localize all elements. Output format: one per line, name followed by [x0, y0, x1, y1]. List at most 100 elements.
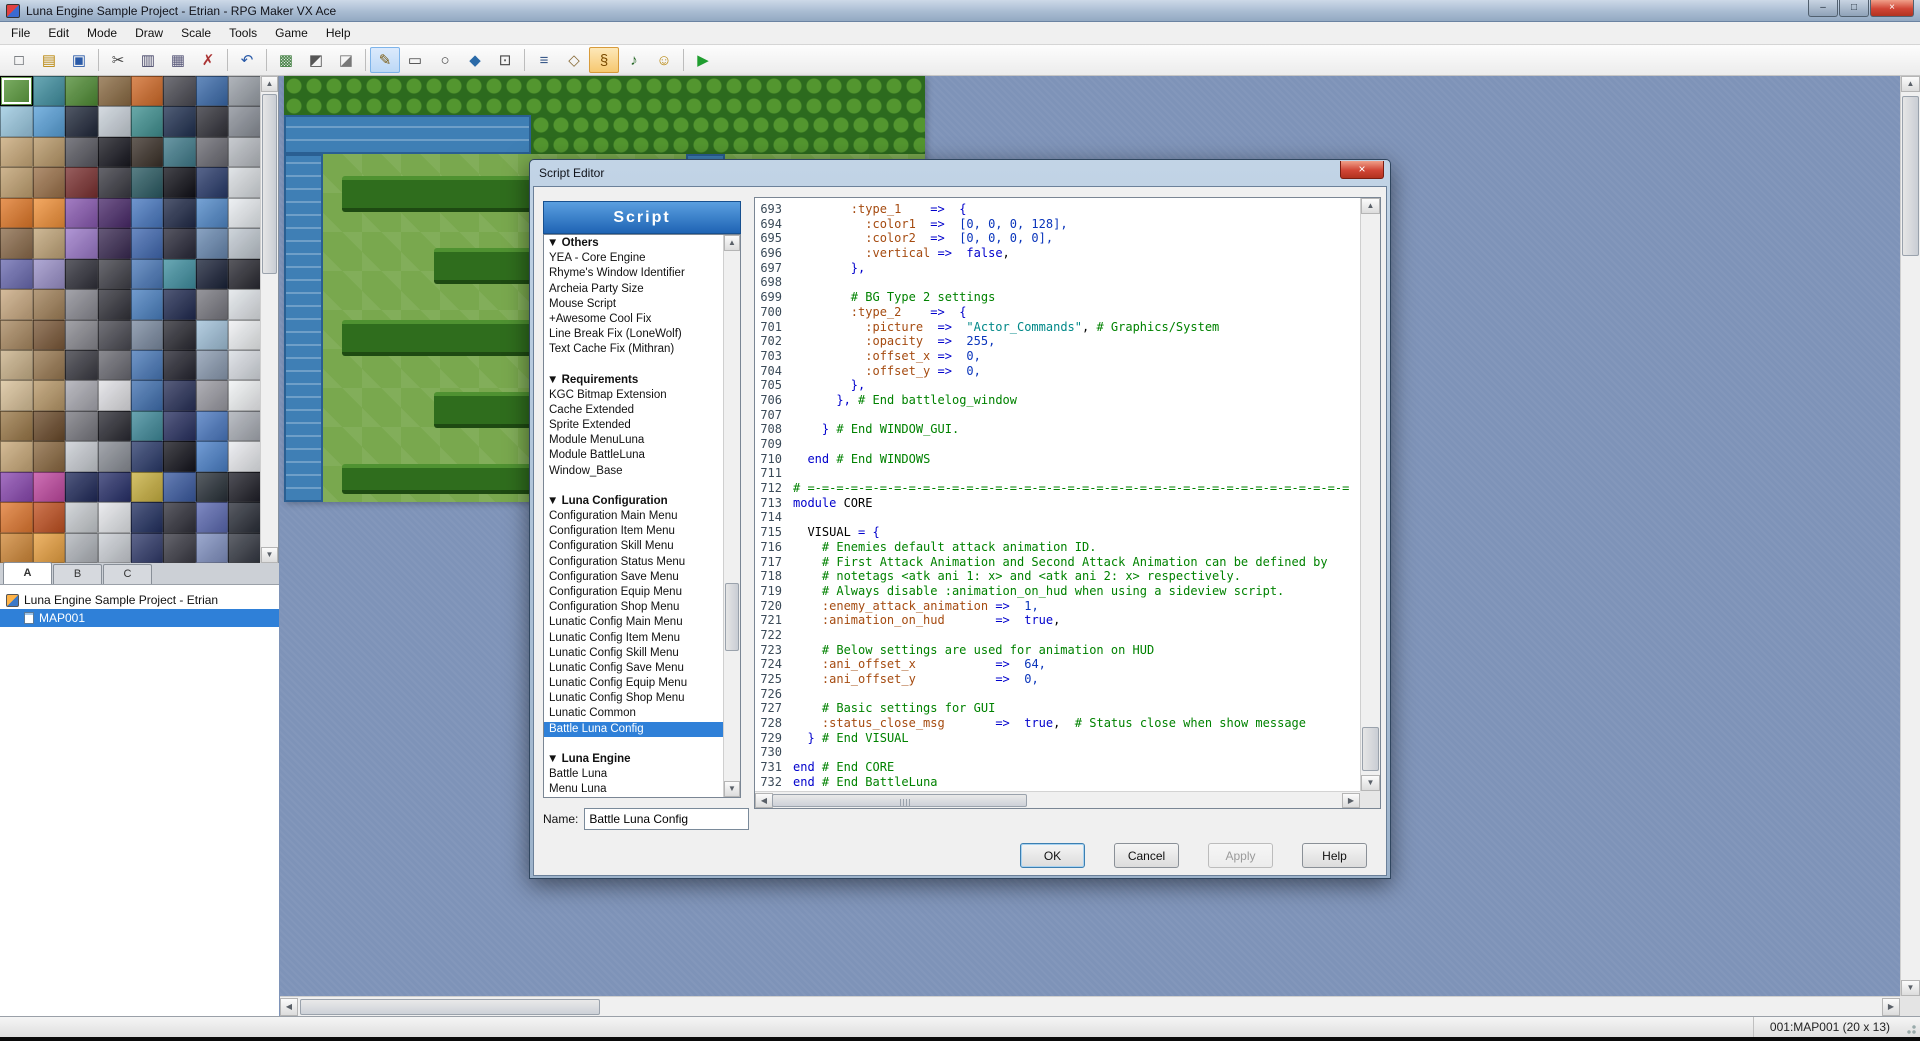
palette-tile[interactable] — [65, 198, 98, 228]
palette-tile[interactable] — [33, 76, 66, 106]
pencil-tool-button[interactable]: ✎ — [370, 47, 400, 73]
script-list-scrollbar-thumb[interactable] — [725, 583, 739, 651]
menu-help[interactable]: Help — [317, 23, 360, 43]
palette-tile[interactable] — [196, 472, 229, 502]
flood-fill-tool-button[interactable]: ◆ — [460, 47, 490, 73]
script-item[interactable]: KGC Bitmap Extension — [544, 388, 723, 403]
palette-tile[interactable] — [163, 320, 196, 350]
new-project-button[interactable]: □ — [4, 47, 34, 73]
script-item[interactable]: YEA - Core Engine — [544, 251, 723, 266]
palette-tile[interactable] — [163, 198, 196, 228]
scroll-right-icon[interactable]: ▶ — [1882, 998, 1900, 1016]
palette-tile[interactable] — [65, 533, 98, 563]
script-item[interactable]: Configuration Save Menu — [544, 570, 723, 585]
script-item[interactable]: Menu Luna — [544, 782, 723, 797]
palette-tile[interactable] — [196, 259, 229, 289]
close-button[interactable]: × — [1870, 0, 1914, 17]
palette-tile[interactable] — [65, 289, 98, 319]
palette-tile[interactable] — [98, 533, 131, 563]
palette-tile[interactable] — [163, 228, 196, 258]
dialog-close-button[interactable]: × — [1340, 161, 1384, 179]
script-item[interactable]: Battle Luna Config — [544, 722, 723, 737]
code-v-scrollbar[interactable]: ▲ ▼ — [1360, 198, 1380, 791]
palette-tile[interactable] — [98, 320, 131, 350]
palette-tile[interactable] — [33, 198, 66, 228]
palette-tile[interactable] — [131, 106, 164, 136]
palette-tile[interactable] — [196, 380, 229, 410]
map-mode-button[interactable]: ▩ — [271, 47, 301, 73]
map-v-scrollbar[interactable]: ▲ ▼ — [1900, 76, 1920, 996]
palette-tile[interactable] — [163, 350, 196, 380]
palette-tile[interactable] — [65, 76, 98, 106]
palette-tile[interactable] — [0, 228, 33, 258]
palette-tile[interactable] — [228, 259, 261, 289]
palette-tile[interactable] — [163, 411, 196, 441]
palette-tile[interactable] — [0, 350, 33, 380]
palette-tile[interactable] — [98, 380, 131, 410]
script-item[interactable]: Lunatic Config Main Menu — [544, 615, 723, 630]
menu-scale[interactable]: Scale — [172, 23, 220, 43]
script-item[interactable]: Line Break Fix (LoneWolf) — [544, 327, 723, 342]
palette-tile[interactable] — [196, 533, 229, 563]
palette-tile[interactable] — [98, 137, 131, 167]
cut-button[interactable]: ✂ — [103, 47, 133, 73]
tree-root[interactable]: Luna Engine Sample Project - Etrian — [0, 591, 279, 609]
script-item[interactable]: Configuration Main Menu — [544, 509, 723, 524]
palette-tile[interactable] — [163, 441, 196, 471]
palette-tile[interactable] — [196, 167, 229, 197]
menu-mode[interactable]: Mode — [78, 23, 126, 43]
script-editor-button[interactable]: § — [589, 47, 619, 73]
palette-tile[interactable] — [228, 502, 261, 532]
script-item[interactable]: Archeia Party Size — [544, 282, 723, 297]
undo-button[interactable]: ↶ — [232, 47, 262, 73]
palette-tile[interactable] — [33, 259, 66, 289]
palette-tile[interactable] — [0, 411, 33, 441]
map-h-scrollbar-thumb[interactable] — [300, 999, 600, 1015]
palette-tile[interactable] — [228, 320, 261, 350]
palette-tile[interactable] — [131, 441, 164, 471]
palette-tile[interactable] — [65, 167, 98, 197]
map-h-scrollbar[interactable]: ◀ ▶ — [280, 996, 1900, 1016]
script-item[interactable]: Lunatic Config Item Menu — [544, 631, 723, 646]
scroll-left-icon[interactable]: ◀ — [280, 998, 298, 1016]
script-item[interactable]: Configuration Item Menu — [544, 524, 723, 539]
delete-button[interactable]: ✗ — [193, 47, 223, 73]
palette-tab-c[interactable]: C — [103, 564, 152, 584]
palette-tile[interactable] — [163, 289, 196, 319]
palette-tile[interactable] — [163, 137, 196, 167]
palette-tile[interactable] — [98, 441, 131, 471]
palette-tile[interactable] — [228, 198, 261, 228]
palette-tile[interactable] — [0, 289, 33, 319]
script-group-header[interactable]: ▼ Luna Engine — [544, 752, 723, 767]
paste-button[interactable]: ▦ — [163, 47, 193, 73]
palette-tile[interactable] — [98, 259, 131, 289]
script-item[interactable]: Configuration Skill Menu — [544, 539, 723, 554]
scroll-down-icon[interactable]: ▼ — [724, 781, 740, 797]
palette-tile[interactable] — [65, 350, 98, 380]
code-v-scrollbar-thumb[interactable] — [1362, 727, 1379, 771]
scroll-up-icon[interactable]: ▲ — [261, 76, 278, 92]
script-item[interactable]: Window_Base — [544, 464, 723, 479]
palette-tile[interactable] — [131, 228, 164, 258]
palette-tile[interactable] — [33, 320, 66, 350]
script-list-scrollbar[interactable]: ▲ ▼ — [723, 235, 740, 797]
palette-tile[interactable] — [228, 411, 261, 441]
palette-tile[interactable] — [98, 76, 131, 106]
script-item[interactable]: +Awesome Cool Fix — [544, 312, 723, 327]
menu-edit[interactable]: Edit — [39, 23, 78, 43]
palette-tile[interactable] — [131, 380, 164, 410]
ellipse-tool-button[interactable]: ○ — [430, 47, 460, 73]
palette-tile[interactable] — [228, 441, 261, 471]
palette-tile[interactable] — [196, 350, 229, 380]
palette-tile[interactable] — [163, 472, 196, 502]
palette-tile[interactable] — [0, 320, 33, 350]
palette-tile[interactable] — [65, 502, 98, 532]
script-item[interactable]: Module BattleLuna — [544, 448, 723, 463]
palette-tile[interactable] — [98, 228, 131, 258]
script-group-header[interactable]: ▼ Others — [544, 236, 723, 251]
palette-tile[interactable] — [33, 167, 66, 197]
palette-tile[interactable] — [98, 289, 131, 319]
open-project-button[interactable]: ▤ — [34, 47, 64, 73]
sound-test-button[interactable]: ♪ — [619, 47, 649, 73]
palette-tab-b[interactable]: B — [53, 564, 102, 584]
